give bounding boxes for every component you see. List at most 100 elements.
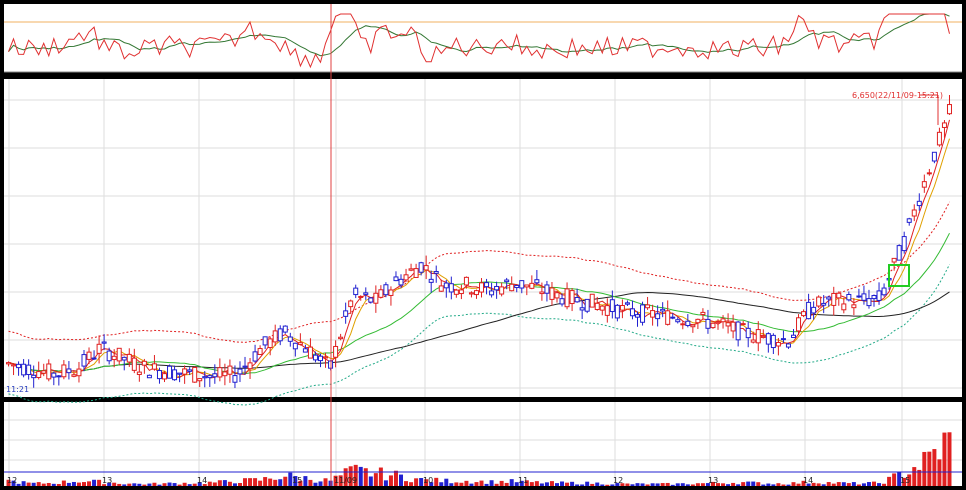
volume-bar <box>459 482 464 486</box>
volume-bar <box>137 483 142 486</box>
candle-body <box>640 304 646 323</box>
volume-bar <box>746 481 751 486</box>
volume-bar <box>887 476 892 486</box>
volume-bar <box>529 482 534 486</box>
candle-body <box>11 364 17 367</box>
volume-bar <box>122 484 127 486</box>
candle-body <box>111 355 117 361</box>
volume-bar <box>549 481 554 486</box>
candle-body <box>489 290 495 296</box>
volume-bar <box>358 466 363 486</box>
volume-bar <box>21 481 26 486</box>
candle-body <box>207 375 213 379</box>
volume-bar <box>237 482 242 486</box>
volume-bar <box>726 484 731 486</box>
candle-body <box>876 290 882 301</box>
volume-bar <box>670 484 675 486</box>
candle-body <box>604 305 610 316</box>
candle-body <box>846 293 852 301</box>
volume-bar <box>434 477 439 486</box>
volume-bar <box>56 484 61 486</box>
candle-body <box>494 285 500 291</box>
candle-body <box>458 289 464 295</box>
volume-bar <box>509 479 514 486</box>
volume-bar <box>207 481 212 486</box>
volume-bar <box>731 482 736 486</box>
candle-body <box>81 354 87 367</box>
volume-bar <box>212 482 217 486</box>
volume-bar <box>851 482 856 486</box>
volume-bar <box>821 484 826 486</box>
volume-bar <box>253 478 258 486</box>
candle-body <box>403 274 409 281</box>
volume-bar <box>846 483 851 486</box>
candle-body <box>670 316 676 319</box>
volume-bar <box>399 474 404 486</box>
x-tick-label: 14 <box>803 476 813 485</box>
volume-bar <box>640 483 645 486</box>
x-tick-label: 13 <box>708 476 718 485</box>
candle-body <box>167 365 173 379</box>
volume-bar <box>26 482 31 486</box>
volume-bar <box>892 473 897 486</box>
candle-body <box>629 308 635 317</box>
volume-bar <box>565 482 570 486</box>
volume-bar <box>816 483 821 486</box>
candle-body <box>755 329 761 344</box>
candle-body <box>468 292 474 295</box>
candle-body <box>307 346 313 359</box>
volume-bar <box>575 484 580 486</box>
volume-bar <box>248 478 253 486</box>
volume-bar <box>695 483 700 486</box>
candle-body <box>906 218 912 223</box>
volume-bar <box>187 484 192 486</box>
candle-body <box>187 369 193 372</box>
candle-body <box>232 375 238 383</box>
candle-body <box>192 366 198 383</box>
candle-body <box>343 310 349 317</box>
candle-body <box>599 305 605 311</box>
volume-bar <box>258 480 263 486</box>
candle-body <box>539 291 545 295</box>
volume-bar <box>927 451 932 486</box>
volume-bar <box>414 478 419 486</box>
candle-body <box>267 338 273 349</box>
stock-chart: 12 13 14 15 11/09 10 11 12 13 14 15 6,650(22/11/09… <box>4 4 962 486</box>
x-tick-label: 15 <box>900 476 910 485</box>
volume-bar <box>534 481 539 486</box>
candle-body <box>614 304 620 319</box>
volume-bar <box>243 478 248 486</box>
volume-bar <box>751 481 756 486</box>
candle-body <box>801 311 807 317</box>
candle-body <box>116 347 122 362</box>
volume-bar <box>922 451 927 486</box>
volume-bar <box>544 482 549 486</box>
candle-body <box>529 282 535 289</box>
candle-body <box>660 308 666 312</box>
volume-bar <box>504 482 509 486</box>
candle-body <box>926 172 932 175</box>
volume-bar <box>590 483 595 486</box>
candle-body <box>31 374 37 379</box>
volume-bar <box>409 482 414 486</box>
volume-bar <box>172 483 177 486</box>
candle-body <box>227 365 233 375</box>
candle-body <box>46 363 52 380</box>
candle-body <box>675 319 681 323</box>
candle-body <box>700 311 706 315</box>
volume-panel <box>4 402 962 486</box>
candle-body <box>151 363 157 370</box>
candle-body <box>665 310 671 325</box>
left-edge-label: 11:21 <box>6 385 29 394</box>
volume-bar <box>132 483 137 486</box>
volume-bar <box>373 473 378 486</box>
volume-bar <box>484 483 489 486</box>
candle-body <box>911 209 917 217</box>
volume-bar <box>444 478 449 486</box>
volume-bar <box>182 482 187 486</box>
candle-body <box>408 268 414 271</box>
candle-body <box>816 296 822 307</box>
candle-body <box>126 353 132 363</box>
volume-bar <box>630 484 635 486</box>
volume-bar <box>383 480 388 486</box>
